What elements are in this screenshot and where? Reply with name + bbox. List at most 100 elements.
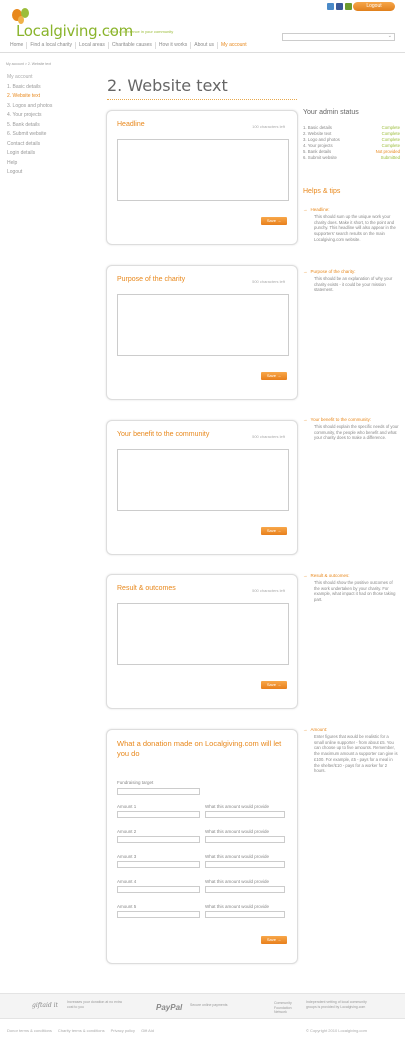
card-title: Result & outcomes (117, 585, 176, 592)
provide-2-input[interactable] (205, 836, 285, 843)
amount-4-label: Amount 4 (117, 879, 137, 884)
card-title: Your benefit to the community (117, 431, 210, 438)
provide-3-label: What this amount would provide (205, 854, 270, 859)
nav-item-local-areas[interactable]: Local areas (76, 42, 109, 49)
provide-1-label: What this amount would provide (205, 804, 270, 809)
card-title: Headline (117, 121, 145, 128)
footer-links: Donor terms & conditions Charity terms &… (7, 1028, 154, 1033)
amount-5-label: Amount 5 (117, 904, 137, 909)
amount-2-label: Amount 2 (117, 829, 137, 834)
amount-3-label: Amount 3 (117, 854, 137, 859)
sidebar-item-website-text[interactable]: 2. Website text (7, 92, 87, 102)
tip-head: Purpose of the charity: (303, 269, 399, 276)
giftaid-logo: giftaid it (32, 1002, 58, 1009)
nav-item-home[interactable]: Home (7, 42, 28, 49)
result-textarea[interactable] (117, 603, 289, 665)
tip-headline: Headline: This should sum up the unique … (303, 207, 399, 243)
header: Logout Localgiving.com Make a difference… (0, 0, 405, 41)
footer-link-privacy[interactable]: Privacy policy (111, 1028, 135, 1033)
character-count: 500 characters left (252, 434, 285, 439)
provide-5-input[interactable] (205, 911, 285, 918)
giftaid-text: Increases your donation at no extra cost… (67, 1000, 122, 1009)
sidebar-item-projects[interactable]: 4. Your projects (7, 111, 87, 121)
main-nav: Home Find a local charity Local areas Ch… (7, 42, 250, 49)
logout-button[interactable]: Logout (353, 2, 395, 11)
amount-2-input[interactable] (117, 836, 200, 843)
nav-item-my-account[interactable]: My account (218, 42, 250, 49)
fundraising-label: Fundraising target (117, 780, 154, 785)
breadcrumb: My account > 2. Website text (6, 62, 51, 66)
provide-1-input[interactable] (205, 811, 285, 818)
nav-item-causes[interactable]: Charitable causes (109, 42, 156, 49)
admin-row-status: Submitted (380, 155, 400, 160)
tip-body: This should be an explanation of why you… (314, 276, 393, 293)
save-button[interactable]: Save → (261, 372, 287, 380)
tip-head: Amount: (303, 727, 399, 734)
tip-head: Headline: (303, 207, 399, 214)
tip-amount: Amount: Enter figures that would be real… (303, 727, 399, 774)
tip-result: Result & outcomes: This should show the … (303, 573, 399, 603)
provide-4-label: What this amount would provide (205, 879, 270, 884)
headline-card: Headline 100 characters left Save → (106, 110, 298, 245)
footer-link-charity-terms[interactable]: Charity terms & conditions (58, 1028, 105, 1033)
logo[interactable]: Localgiving.com (8, 8, 133, 40)
admin-row: 6. Submit website Submitted (303, 155, 400, 161)
save-button[interactable]: Save → (261, 936, 287, 944)
youtube-icon[interactable] (345, 3, 352, 10)
purpose-textarea[interactable] (117, 294, 289, 356)
amount-1-label: Amount 1 (117, 804, 137, 809)
admin-status: Your admin status 1. Basic details Comple… (303, 109, 400, 161)
amount-4-input[interactable] (117, 886, 200, 893)
social-links (327, 3, 352, 10)
sidebar-item-logout[interactable]: Logout (7, 168, 87, 178)
amount-1-input[interactable] (117, 811, 200, 818)
facebook-icon[interactable] (336, 3, 343, 10)
nav-item-how-it-works[interactable]: How it works (156, 42, 192, 49)
sidebar-item-contact-details[interactable]: Contact details (7, 140, 87, 150)
provide-3-input[interactable] (205, 861, 285, 868)
tip-body: This should sum up the unique work your … (314, 214, 396, 242)
tip-body: This should show the positive outcomes o… (314, 580, 396, 603)
page-title: 2. Website text (107, 76, 228, 95)
title-divider (107, 99, 297, 100)
benefit-textarea[interactable] (117, 449, 289, 511)
result-card: Result & outcomes 500 characters left Sa… (106, 574, 298, 709)
admin-row-label: 6. Submit website (303, 155, 337, 160)
save-button[interactable]: Save → (261, 681, 287, 689)
headline-textarea[interactable] (117, 139, 289, 201)
donation-card: What a donation made on Localgiving.com … (106, 729, 298, 964)
nav-divider (0, 52, 405, 53)
sidebar-item-basic-details[interactable]: 1. Basic details (7, 83, 87, 93)
tip-body: This should explain the specific needs o… (314, 424, 399, 441)
purpose-card: Purpose of the charity 500 characters le… (106, 265, 298, 400)
character-count: 500 characters left (252, 279, 285, 284)
nav-item-about[interactable]: About us (191, 42, 219, 49)
donation-title: What a donation made on Localgiving.com … (117, 739, 282, 758)
footer-link-donor-terms[interactable]: Donor terms & conditions (7, 1028, 52, 1033)
tip-purpose: Purpose of the charity: This should be a… (303, 269, 399, 293)
fundraising-input[interactable] (117, 788, 200, 795)
sidebar-item-help[interactable]: Help (7, 159, 87, 169)
search-input[interactable]: ⌄ (282, 33, 395, 41)
footer-link-gift-aid[interactable]: Gift Aid (141, 1028, 154, 1033)
tip-head: Your benefit to the community: (303, 417, 399, 424)
amount-5-input[interactable] (117, 911, 200, 918)
sidebar-item-login-details[interactable]: Login details (7, 149, 87, 159)
sidebar: My account 1. Basic details 2. Website t… (7, 73, 87, 178)
sidebar-item-my-account[interactable]: My account (7, 73, 87, 83)
card-title: Purpose of the charity (117, 276, 186, 283)
character-count: 100 characters left (252, 124, 285, 129)
sidebar-item-submit-website[interactable]: 6. Submit website (7, 130, 87, 140)
network-logo: Community Foundation Network (274, 1001, 292, 1014)
nav-item-find-charity[interactable]: Find a local charity (27, 42, 77, 49)
sidebar-item-logos-photos[interactable]: 3. Logos and photos (7, 102, 87, 112)
provide-4-input[interactable] (205, 886, 285, 893)
provide-5-label: What this amount would provide (205, 904, 270, 909)
benefit-card: Your benefit to the community 500 charac… (106, 420, 298, 555)
sidebar-item-bank-details[interactable]: 5. Bank details (7, 121, 87, 131)
tagline: Make a difference in your community (108, 29, 174, 34)
save-button[interactable]: Save → (261, 217, 287, 225)
twitter-icon[interactable] (327, 3, 334, 10)
amount-3-input[interactable] (117, 861, 200, 868)
save-button[interactable]: Save → (261, 527, 287, 535)
